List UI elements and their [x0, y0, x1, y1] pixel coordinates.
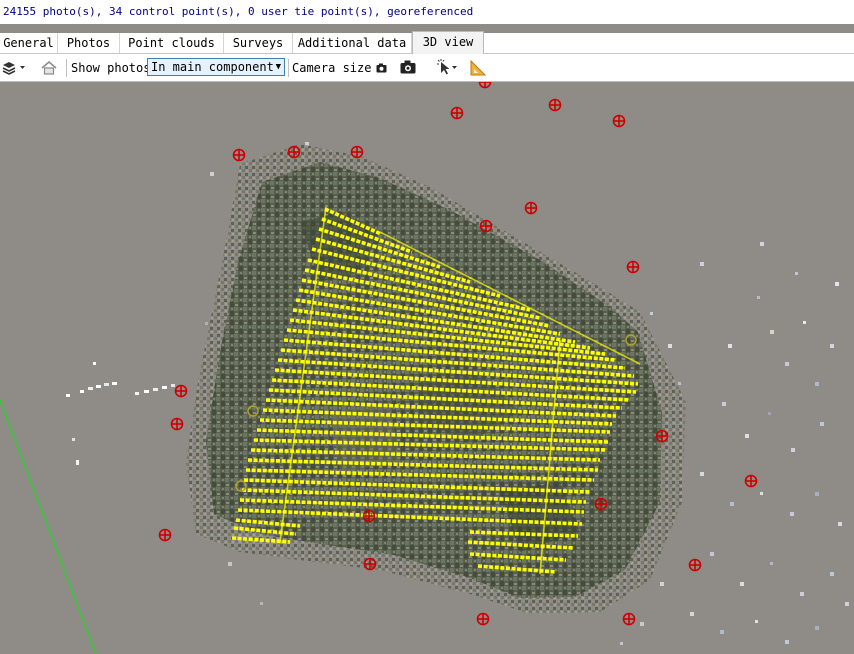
layers-icon[interactable]: [2, 61, 26, 75]
3d-viewport[interactable]: [0, 82, 854, 654]
control-point-marker: [232, 148, 246, 162]
toolbar-separator: [66, 59, 67, 77]
status-summary: 24155 photo(s), 34 control point(s), 0 u…: [0, 0, 854, 24]
control-point-marker: [158, 528, 172, 542]
camera-size-label: Camera size: [292, 61, 372, 75]
camera-large-icon[interactable]: [400, 60, 416, 74]
show-photos-label: Show photos: [71, 61, 151, 75]
tab-bar: General Photos Point clouds Surveys Addi…: [0, 31, 854, 54]
home-icon[interactable]: [41, 61, 57, 75]
control-point-marker: [476, 612, 490, 626]
show-photos-value: In main component: [151, 60, 274, 74]
control-point-marker: [594, 497, 608, 511]
control-point-marker: [362, 509, 376, 523]
toolbar-separator: [288, 59, 289, 77]
tab-point-clouds[interactable]: Point clouds: [120, 33, 224, 53]
control-point-marker: [524, 201, 538, 215]
cursor-select-icon[interactable]: [436, 59, 458, 75]
control-point-marker: [744, 474, 758, 488]
viewer-toolbar: Show photos In main component ▼ Camera s…: [0, 54, 854, 82]
3d-scene[interactable]: [0, 82, 854, 654]
control-point-marker: [479, 219, 493, 233]
chevron-down-icon: ▼: [275, 62, 281, 72]
control-point-marker: [170, 417, 184, 431]
control-point-marker: [548, 98, 562, 112]
control-point-marker: [622, 612, 636, 626]
control-point-marker: [174, 384, 188, 398]
tab-surveys[interactable]: Surveys: [224, 33, 293, 53]
control-point-marker: [450, 106, 464, 120]
control-point-marker: [612, 114, 626, 128]
control-point-marker: [688, 558, 702, 572]
axis-line: [0, 399, 97, 654]
ruler-icon[interactable]: [470, 60, 488, 76]
tab-3d-view[interactable]: 3D view: [412, 31, 484, 54]
control-point-marker: [350, 145, 364, 159]
tab-general[interactable]: General: [0, 33, 58, 53]
control-point-marker: [478, 82, 492, 89]
control-point-marker: [626, 260, 640, 274]
point-cloud-surface: [186, 144, 686, 614]
tab-photos[interactable]: Photos: [58, 33, 120, 53]
control-point-marker: [363, 557, 377, 571]
tab-additional-data[interactable]: Additional data: [293, 33, 412, 53]
show-photos-select[interactable]: In main component ▼: [147, 58, 285, 76]
control-point-marker: [655, 429, 669, 443]
control-point-marker: [287, 145, 301, 159]
camera-small-icon[interactable]: [376, 63, 387, 73]
